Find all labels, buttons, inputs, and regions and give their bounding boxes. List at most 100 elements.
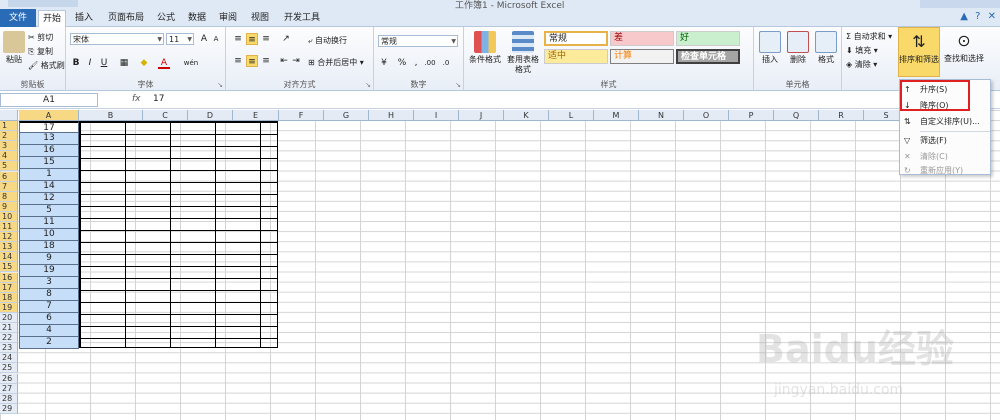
row-header[interactable]: 23: [0, 343, 18, 354]
cell-a12[interactable]: 9: [19, 253, 79, 265]
row-header[interactable]: 3: [0, 141, 18, 152]
cell-a8[interactable]: 5: [19, 205, 79, 217]
align-top-icon[interactable]: ≡: [232, 33, 244, 45]
cell-a9[interactable]: 11: [19, 217, 79, 229]
cell-a2[interactable]: 13: [19, 133, 79, 145]
tab-insert[interactable]: 插入: [70, 10, 98, 27]
currency-icon[interactable]: ¥: [378, 57, 390, 69]
borders-icon[interactable]: ▦: [118, 57, 130, 69]
quick-access-toolbar[interactable]: [8, 0, 78, 7]
name-box[interactable]: A1: [0, 93, 98, 107]
row-header[interactable]: 2: [0, 131, 18, 142]
cell-a7[interactable]: 12: [19, 193, 79, 205]
row-header[interactable]: 15: [0, 262, 18, 273]
menu-item-filter[interactable]: ▽ 筛选(F): [900, 133, 992, 149]
delete-cells-button[interactable]: 删除: [786, 31, 810, 65]
insert-cells-button[interactable]: 插入: [758, 31, 782, 65]
column-header-g[interactable]: G: [324, 110, 369, 121]
row-header[interactable]: 22: [0, 333, 18, 344]
cell-a18[interactable]: 4: [19, 325, 79, 337]
cell-a19[interactable]: 2: [19, 337, 79, 349]
row-header[interactable]: 1: [0, 121, 18, 132]
tab-file[interactable]: 文件: [0, 9, 36, 27]
cell-a6[interactable]: 14: [19, 181, 79, 193]
dialog-launcher-icon[interactable]: ↘: [455, 81, 461, 89]
cell-a15[interactable]: 8: [19, 289, 79, 301]
tab-developer[interactable]: 开发工具: [280, 10, 324, 27]
row-header[interactable]: 17: [0, 282, 18, 293]
find-select-button[interactable]: ⊙ 查找和选择: [942, 30, 986, 64]
menu-item-custom-sort[interactable]: ⇅ 自定义排序(U)...: [900, 114, 992, 130]
row-header[interactable]: 13: [0, 242, 18, 253]
row-header[interactable]: 24: [0, 353, 18, 364]
decrease-indent-icon[interactable]: ⇤: [278, 55, 290, 67]
cell-a10[interactable]: 10: [19, 229, 79, 241]
row-header[interactable]: 11: [0, 222, 18, 233]
merge-center-button[interactable]: ⊞ 合并后居中 ▾: [308, 57, 364, 68]
conditional-format-button[interactable]: 条件格式: [468, 31, 502, 65]
paste-button[interactable]: 粘贴: [3, 31, 25, 65]
column-header-q[interactable]: Q: [774, 110, 819, 121]
column-header-h[interactable]: H: [369, 110, 414, 121]
row-header[interactable]: 12: [0, 232, 18, 243]
cell-a4[interactable]: 15: [19, 157, 79, 169]
cut-button[interactable]: ✂ 剪切: [28, 32, 53, 43]
underline-button[interactable]: U: [98, 57, 110, 69]
style-check-cell[interactable]: 检查单元格: [676, 49, 740, 64]
column-header-f[interactable]: F: [279, 110, 324, 121]
column-header-k[interactable]: K: [504, 110, 549, 121]
close-icon[interactable]: ✕: [988, 11, 996, 22]
font-color-icon[interactable]: A: [158, 57, 170, 69]
row-header[interactable]: 27: [0, 383, 18, 394]
tab-data[interactable]: 数据: [183, 10, 211, 27]
cell-a16[interactable]: 7: [19, 301, 79, 313]
row-header[interactable]: 14: [0, 252, 18, 263]
bold-button[interactable]: B: [70, 57, 82, 69]
column-header-c[interactable]: C: [143, 110, 188, 121]
dialog-launcher-icon[interactable]: ↘: [365, 81, 371, 89]
align-center-icon[interactable]: ≡: [246, 55, 258, 67]
row-header[interactable]: 18: [0, 292, 18, 303]
select-all-corner[interactable]: [0, 110, 18, 121]
number-format-select[interactable]: 常规 ▼: [378, 35, 458, 47]
fill-button[interactable]: ⬇ 填充 ▾: [846, 45, 878, 56]
increase-indent-icon[interactable]: ⇥: [290, 55, 302, 67]
column-header-p[interactable]: P: [729, 110, 774, 121]
minimize-ribbon-icon[interactable]: ▲: [960, 11, 968, 22]
cell-a17[interactable]: 6: [19, 313, 79, 325]
row-header[interactable]: 5: [0, 161, 18, 172]
column-header-l[interactable]: L: [549, 110, 594, 121]
cell-a11[interactable]: 18: [19, 241, 79, 253]
column-header-e[interactable]: E: [233, 110, 279, 121]
format-as-table-button[interactable]: 套用表格格式: [506, 31, 540, 75]
tab-home[interactable]: 开始: [38, 10, 66, 27]
format-cells-button[interactable]: 格式: [814, 31, 838, 65]
cell-a14[interactable]: 3: [19, 277, 79, 289]
autosum-button[interactable]: Σ 自动求和 ▾: [846, 31, 892, 42]
column-header-o[interactable]: O: [684, 110, 729, 121]
tab-page-layout[interactable]: 页面布局: [102, 10, 150, 27]
column-header-i[interactable]: I: [414, 110, 459, 121]
row-header[interactable]: 16: [0, 272, 18, 283]
row-header[interactable]: 25: [0, 363, 18, 374]
row-header[interactable]: 29: [0, 403, 18, 414]
fill-color-icon[interactable]: ◆: [138, 57, 150, 69]
increase-decimal-button[interactable]: .00: [424, 57, 436, 69]
column-header-j[interactable]: J: [459, 110, 504, 121]
row-header[interactable]: 10: [0, 211, 18, 222]
copy-button[interactable]: ⎘ 复制: [28, 46, 53, 57]
column-header-r[interactable]: R: [819, 110, 864, 121]
column-header-m[interactable]: M: [594, 110, 639, 121]
align-bottom-icon[interactable]: ≡: [260, 33, 272, 45]
column-header-d[interactable]: D: [188, 110, 233, 121]
font-name-select[interactable]: 宋体 ▼: [70, 33, 164, 45]
row-header[interactable]: 19: [0, 302, 18, 313]
column-header-a[interactable]: A: [19, 110, 79, 121]
row-header[interactable]: 4: [0, 151, 18, 162]
style-normal[interactable]: 常规: [544, 31, 608, 46]
cell-a3[interactable]: 16: [19, 145, 79, 157]
tab-formulas[interactable]: 公式: [152, 10, 180, 27]
sort-filter-button[interactable]: ⇅ 排序和筛选: [898, 27, 940, 77]
row-header[interactable]: 8: [0, 191, 18, 202]
row-header[interactable]: 26: [0, 373, 18, 384]
